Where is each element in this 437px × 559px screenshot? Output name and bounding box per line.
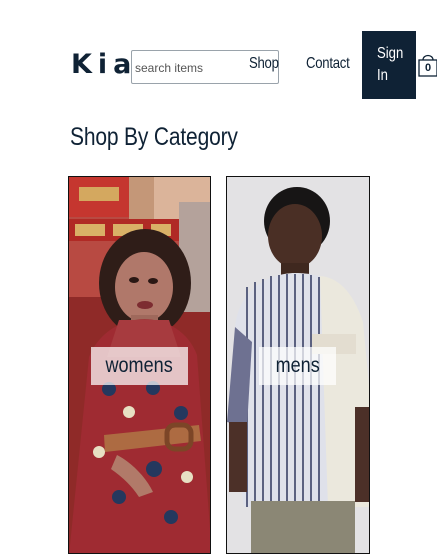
site-header: Kia Shop Contact Sign In 0: [0, 0, 437, 110]
section-title: Shop By Category: [70, 123, 238, 151]
category-card-womens[interactable]: womens: [68, 176, 211, 554]
womens-category-label-text: womens: [105, 354, 174, 377]
site-logo[interactable]: Kia: [71, 49, 137, 81]
mens-category-label[interactable]: mens: [259, 347, 336, 385]
cart-button[interactable]: 0: [418, 52, 437, 78]
search-input[interactable]: [135, 58, 241, 78]
nav-contact-link[interactable]: Contact: [306, 55, 350, 73]
sign-in-label-line-1: Sign: [377, 45, 404, 62]
sign-in-button[interactable]: Sign In: [362, 31, 416, 99]
nav-shop-link[interactable]: Shop: [249, 55, 279, 73]
page: Kia Shop Contact Sign In 0 Shop By Categ…: [0, 0, 437, 559]
category-card-mens[interactable]: mens: [226, 176, 370, 554]
sign-in-label-line-2: In: [377, 67, 388, 84]
mens-category-label-text: mens: [275, 354, 320, 377]
womens-category-label[interactable]: womens: [91, 347, 188, 385]
cart-count: 0: [425, 62, 432, 74]
